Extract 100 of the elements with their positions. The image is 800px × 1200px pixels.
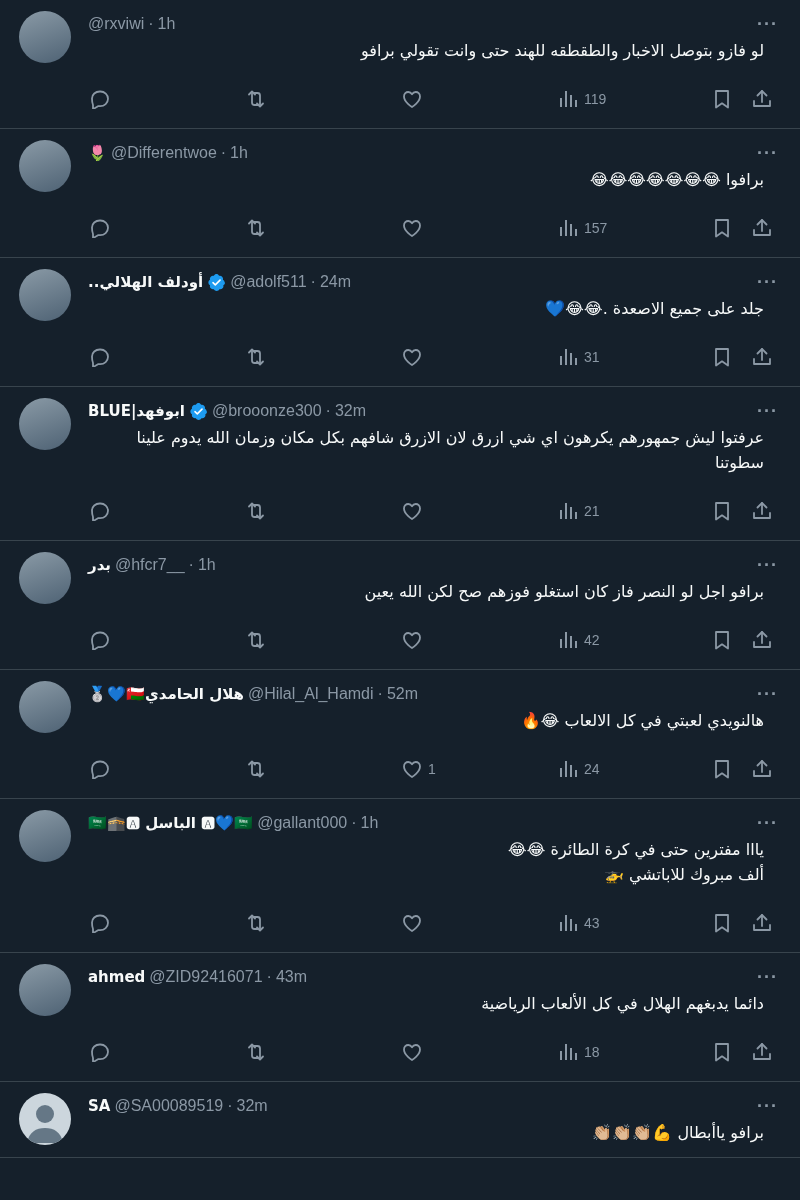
retweet-icon[interactable] <box>246 347 266 367</box>
views-icon[interactable] <box>558 89 578 109</box>
reply-icon[interactable] <box>90 347 110 367</box>
tweet-text: برافوا 😂😂😂😂😂😂😂 <box>588 169 765 192</box>
reply-icon[interactable] <box>90 913 110 933</box>
views-icon[interactable] <box>558 630 578 650</box>
bookmark-icon[interactable] <box>712 913 732 933</box>
like-icon[interactable] <box>402 501 422 521</box>
timestamp[interactable]: 1h <box>157 15 176 33</box>
tweet-text: عرفتوا ليش جمهورهم يكرهون اي شي ازرق لان الازرق شافهم بكل مكان وزمان الله يدوم علينا سطوتنا <box>135 427 765 475</box>
retweet-icon[interactable] <box>246 759 266 779</box>
more-options-icon[interactable]: ··· <box>757 560 784 570</box>
share-icon[interactable] <box>752 501 772 521</box>
like-icon[interactable] <box>402 913 422 933</box>
like-icon[interactable] <box>402 630 422 650</box>
more-options-icon[interactable]: ··· <box>757 148 784 158</box>
timestamp[interactable]: 43m <box>275 968 307 986</box>
display-name[interactable]: SA <box>88 1097 111 1115</box>
views-icon[interactable] <box>558 759 578 779</box>
bookmark-icon[interactable] <box>712 501 732 521</box>
views-icon[interactable] <box>558 501 578 521</box>
separator-dot: · <box>351 814 357 832</box>
timestamp[interactable]: 1h <box>230 144 248 162</box>
timestamp[interactable]: 32m <box>236 1097 268 1115</box>
avatar-photo-placeholder[interactable] <box>19 398 71 450</box>
avatar-photo-placeholder[interactable] <box>19 11 71 63</box>
reply-icon[interactable] <box>90 89 110 109</box>
like-icon[interactable] <box>402 347 422 367</box>
display-name[interactable]: أودلف الهلالي.. <box>88 273 204 291</box>
display-name[interactable]: 🌷 <box>88 144 107 162</box>
share-icon[interactable] <box>752 347 772 367</box>
like-icon[interactable] <box>402 218 422 238</box>
bookmark-icon[interactable] <box>712 218 732 238</box>
bookmark-icon[interactable] <box>712 347 732 367</box>
views-icon[interactable] <box>558 913 578 933</box>
views-icon[interactable] <box>558 347 578 367</box>
more-options-icon[interactable]: ··· <box>757 689 784 699</box>
user-handle[interactable]: @rxviwi <box>88 15 145 33</box>
count: 157 <box>584 220 608 236</box>
share-icon[interactable] <box>752 89 772 109</box>
avatar-photo-placeholder[interactable] <box>19 964 71 1016</box>
display-name[interactable]: ahmed <box>88 968 146 986</box>
retweet-icon[interactable] <box>246 913 266 933</box>
share-icon[interactable] <box>752 630 772 650</box>
user-handle[interactable]: @SA00089519 <box>114 1097 224 1115</box>
avatar-photo-placeholder[interactable] <box>19 681 71 733</box>
display-name[interactable]: بدر <box>88 556 111 574</box>
bookmark-icon[interactable] <box>712 89 732 109</box>
more-options-icon[interactable]: ··· <box>757 1101 784 1111</box>
user-handle[interactable]: @ZID92416071 <box>149 968 263 986</box>
more-options-icon[interactable]: ··· <box>757 19 784 29</box>
retweet-icon[interactable] <box>246 630 266 650</box>
user-handle[interactable]: @gallant000 <box>257 814 348 832</box>
timestamp[interactable]: 1h <box>360 814 379 832</box>
user-handle[interactable]: @Differentwoe <box>111 144 217 162</box>
bookmark-icon[interactable] <box>712 759 732 779</box>
share-icon[interactable] <box>752 913 772 933</box>
user-handle[interactable]: @adolf511 <box>230 273 307 291</box>
reply-icon[interactable] <box>90 218 110 238</box>
separator-dot: · <box>188 556 194 574</box>
views-icon[interactable] <box>558 1042 578 1062</box>
timestamp[interactable]: 1h <box>197 556 216 574</box>
more-options-icon[interactable]: ··· <box>757 406 784 416</box>
user-handle[interactable]: @Hilal_Al_Hamdi <box>247 685 374 703</box>
user-handle[interactable]: @hfcr7__ <box>114 556 185 574</box>
default-avatar-icon[interactable] <box>19 1093 71 1145</box>
avatar-photo-placeholder[interactable] <box>19 269 71 321</box>
separator-dot: · <box>377 685 383 703</box>
reply-icon[interactable] <box>90 501 110 521</box>
more-options-icon[interactable]: ··· <box>757 972 784 982</box>
retweet-icon[interactable] <box>246 89 266 109</box>
share-icon[interactable] <box>752 1042 772 1062</box>
display-name[interactable]: 🥈💙🇴🇲هلال الحامدي <box>88 685 244 703</box>
views-icon[interactable] <box>558 218 578 238</box>
display-name[interactable]: 🇸🇦🕋🅰 الباسل 🅰💙🇸🇦 <box>88 814 254 832</box>
retweet-icon[interactable] <box>246 218 266 238</box>
timestamp[interactable]: 52m <box>386 685 419 703</box>
like-icon[interactable] <box>402 759 422 779</box>
like-icon[interactable] <box>402 1042 422 1062</box>
like-icon[interactable] <box>402 89 422 109</box>
reply-icon[interactable] <box>90 1042 110 1062</box>
bookmark-icon[interactable] <box>712 1042 732 1062</box>
avatar-photo-placeholder[interactable] <box>19 552 71 604</box>
bookmark-icon[interactable] <box>712 630 732 650</box>
share-icon[interactable] <box>752 218 772 238</box>
user-handle[interactable]: @brooonze300 <box>211 402 322 420</box>
retweet-icon[interactable] <box>246 1042 266 1062</box>
retweet-icon[interactable] <box>246 501 266 521</box>
display-name[interactable]: ابوفهد|BLUE <box>88 402 185 420</box>
reply-icon[interactable] <box>90 630 110 650</box>
timestamp[interactable]: 32m <box>334 402 367 420</box>
reply-icon[interactable] <box>90 759 110 779</box>
more-options-icon[interactable]: ··· <box>757 277 784 287</box>
tweet-text: دائما يدبغهم الهلال في كل الألعاب الرياضية <box>480 992 765 1016</box>
timestamp[interactable]: 24m <box>319 273 352 291</box>
avatar-photo-placeholder[interactable] <box>19 140 71 192</box>
share-icon[interactable] <box>752 759 772 779</box>
tweet-text: جلد على جميع الاصعدة .😂😂💙 <box>544 298 765 321</box>
more-options-icon[interactable]: ··· <box>757 818 784 828</box>
avatar-photo-placeholder[interactable] <box>19 810 71 862</box>
